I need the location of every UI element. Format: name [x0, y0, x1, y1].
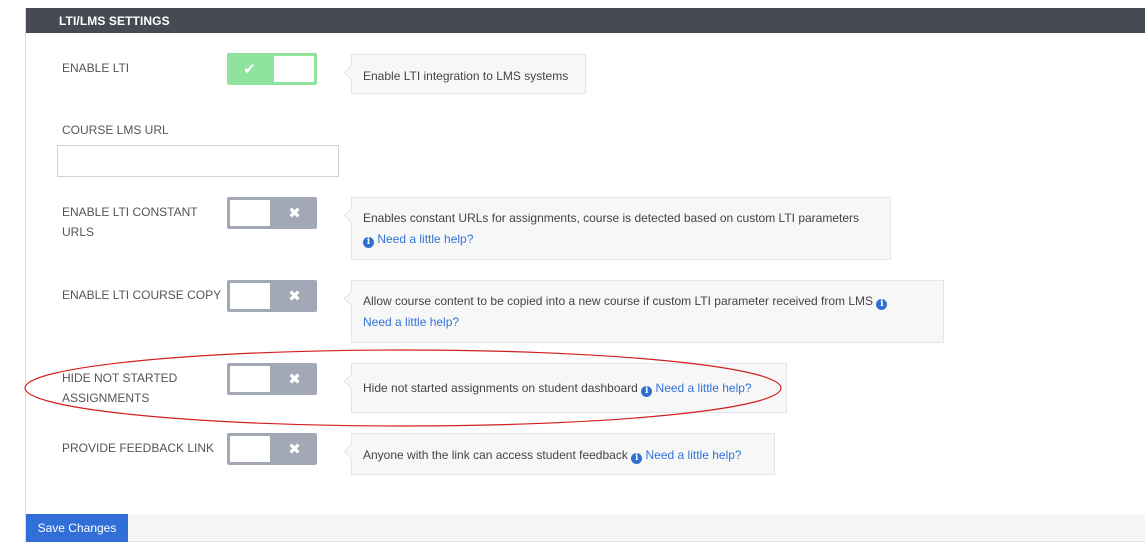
hide-not-started-assignments-label: HIDE NOT STARTED ASSIGNMENTS — [62, 371, 178, 405]
check-icon: ✔ — [243, 61, 256, 78]
panel-title: LTI/LMS SETTINGS — [26, 8, 1145, 33]
enable-lti-help: Enable LTI integration to LMS systems — [351, 54, 586, 94]
enable-lti-course-copy-toggle[interactable]: ✖ — [227, 280, 317, 312]
course-copy-description: Allow course content to be copied into a… — [363, 294, 874, 308]
close-icon: ✖ — [288, 205, 301, 222]
info-icon: i — [363, 237, 374, 248]
course-lms-url-label: COURSE LMS URL — [62, 123, 169, 137]
close-icon: ✖ — [288, 288, 301, 305]
provide-feedback-help: Anyone with the link can access student … — [351, 433, 775, 475]
constant-urls-help-link[interactable]: Need a little help? — [377, 232, 473, 246]
toggle-knob — [230, 366, 270, 392]
enable-lti-description: Enable LTI integration to LMS systems — [363, 69, 569, 83]
toggle-knob — [230, 436, 270, 462]
enable-lti-toggle[interactable]: ✔ — [227, 53, 317, 85]
hide-not-started-assignments-toggle[interactable]: ✖ — [227, 363, 317, 395]
hide-not-started-help-link[interactable]: Need a little help? — [656, 381, 752, 395]
save-changes-button[interactable]: Save Changes — [26, 514, 128, 542]
provide-feedback-link-label: PROVIDE FEEDBACK LINK — [62, 441, 215, 455]
footer-bar: Save Changes — [26, 514, 1145, 542]
info-icon: i — [876, 299, 888, 310]
enable-lti-label: ENABLE LTI — [62, 61, 130, 75]
provide-feedback-description: Anyone with the link can access student … — [363, 448, 628, 462]
enable-lti-course-copy-help: Allow course content to be copied into a… — [351, 280, 944, 343]
provide-feedback-help-link[interactable]: Need a little help? — [646, 448, 742, 462]
toggle-knob — [230, 200, 270, 226]
enable-lti-constant-urls-description: Enables constant URLs for assignments, c… — [363, 211, 860, 225]
lti-settings-panel: LTI/LMS SETTINGS ENABLE LTI ✔ Enable LTI… — [25, 8, 1145, 542]
toggle-knob — [230, 283, 270, 309]
hide-not-started-help: Hide not started assignments on student … — [351, 363, 787, 413]
provide-feedback-link-toggle[interactable]: ✖ — [227, 433, 317, 465]
enable-lti-constant-urls-help: Enables constant URLs for assignments, c… — [351, 197, 891, 260]
enable-lti-constant-urls-label: ENABLE LTI CONSTANT URLS — [62, 205, 198, 239]
hide-not-started-description: Hide not started assignments on student … — [363, 381, 638, 395]
course-lms-url-input[interactable] — [57, 145, 339, 177]
enable-lti-course-copy-label: ENABLE LTI COURSE COPY — [62, 288, 222, 302]
close-icon: ✖ — [288, 371, 301, 388]
enable-lti-constant-urls-toggle[interactable]: ✖ — [227, 197, 317, 229]
info-icon: i — [631, 453, 643, 464]
course-copy-help-link[interactable]: Need a little help? — [363, 315, 459, 329]
close-icon: ✖ — [288, 441, 301, 458]
info-icon: i — [641, 386, 653, 397]
toggle-knob — [274, 56, 314, 82]
